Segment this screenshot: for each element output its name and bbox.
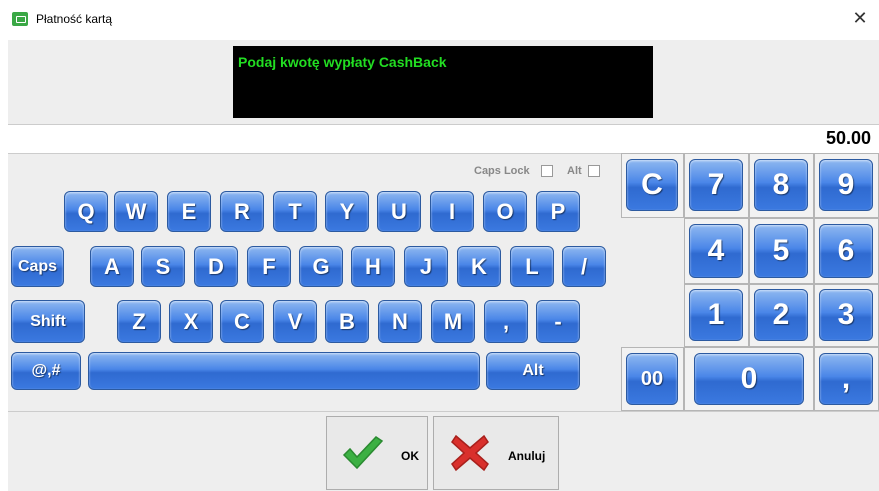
key-d[interactable]: D (194, 246, 238, 287)
cancel-label: Anuluj (508, 449, 546, 463)
key-slash[interactable]: / (562, 246, 606, 287)
key-a[interactable]: A (90, 246, 134, 287)
symbols-key[interactable]: @,# (11, 352, 81, 390)
key-n[interactable]: N (378, 300, 422, 343)
amount-value: 50.00 (825, 128, 871, 148)
numpad-key-7[interactable]: 7 (689, 159, 743, 211)
window-title: Płatność kartą (36, 12, 113, 26)
key-u[interactable]: U (377, 191, 421, 232)
cancel-button[interactable]: Anuluj (433, 416, 559, 490)
alt-label: Alt (567, 165, 582, 177)
prompt-text: Podaj kwotę wypłaty CashBack (238, 54, 447, 70)
numpad-key-9[interactable]: 9 (819, 159, 873, 211)
numpad-key-3[interactable]: 3 (819, 289, 873, 341)
numpad-double-zero-key[interactable]: 00 (626, 353, 678, 405)
key-w[interactable]: W (114, 191, 158, 232)
key-g[interactable]: G (299, 246, 343, 287)
key-r[interactable]: R (220, 191, 264, 232)
numpad-key-4[interactable]: 4 (689, 224, 743, 278)
alt-checkbox[interactable] (588, 165, 600, 177)
red-x-icon (451, 434, 489, 472)
key-h[interactable]: H (351, 246, 395, 287)
key-o[interactable]: O (483, 191, 527, 232)
key-v[interactable]: V (273, 300, 317, 343)
numpad-key-2[interactable]: 2 (754, 289, 808, 341)
numpad-key-5[interactable]: 5 (754, 224, 808, 278)
key-p[interactable]: P (536, 191, 580, 232)
numpad-key-0[interactable]: 0 (694, 353, 804, 405)
card-payment-icon (12, 12, 28, 26)
numpad-clear-key[interactable]: C (626, 159, 678, 211)
key-m[interactable]: M (431, 300, 475, 343)
space-key[interactable] (88, 352, 480, 390)
key-l[interactable]: L (510, 246, 554, 287)
amount-field[interactable] (8, 124, 879, 154)
key-e[interactable]: E (167, 191, 211, 232)
key-comma[interactable]: , (484, 300, 528, 343)
checkmark-icon (342, 436, 384, 470)
key-z[interactable]: Z (117, 300, 161, 343)
ok-button[interactable]: OK (326, 416, 428, 490)
key-s[interactable]: S (141, 246, 185, 287)
caps-key[interactable]: Caps (11, 246, 64, 287)
key-c[interactable]: C (220, 300, 264, 343)
key-y[interactable]: Y (325, 191, 369, 232)
caps-lock-label: Caps Lock (474, 165, 530, 177)
numpad-comma-key[interactable]: , (819, 353, 873, 405)
bottom-separator (8, 411, 879, 412)
key-t[interactable]: T (273, 191, 317, 232)
key-i[interactable]: I (430, 191, 474, 232)
key-x[interactable]: X (169, 300, 213, 343)
key-f[interactable]: F (247, 246, 291, 287)
title-bar (0, 0, 879, 40)
numpad-key-8[interactable]: 8 (754, 159, 808, 211)
numpad-key-6[interactable]: 6 (819, 224, 873, 278)
numpad-key-1[interactable]: 1 (689, 289, 743, 341)
ok-label: OK (401, 449, 419, 463)
alt-key[interactable]: Alt (486, 352, 580, 390)
key-k[interactable]: K (457, 246, 501, 287)
key-minus[interactable]: - (536, 300, 580, 343)
shift-key[interactable]: Shift (11, 300, 85, 343)
caps-lock-checkbox[interactable] (541, 165, 553, 177)
key-b[interactable]: B (325, 300, 369, 343)
close-icon[interactable]: ✕ (850, 8, 870, 28)
key-j[interactable]: J (404, 246, 448, 287)
key-q[interactable]: Q (64, 191, 108, 232)
